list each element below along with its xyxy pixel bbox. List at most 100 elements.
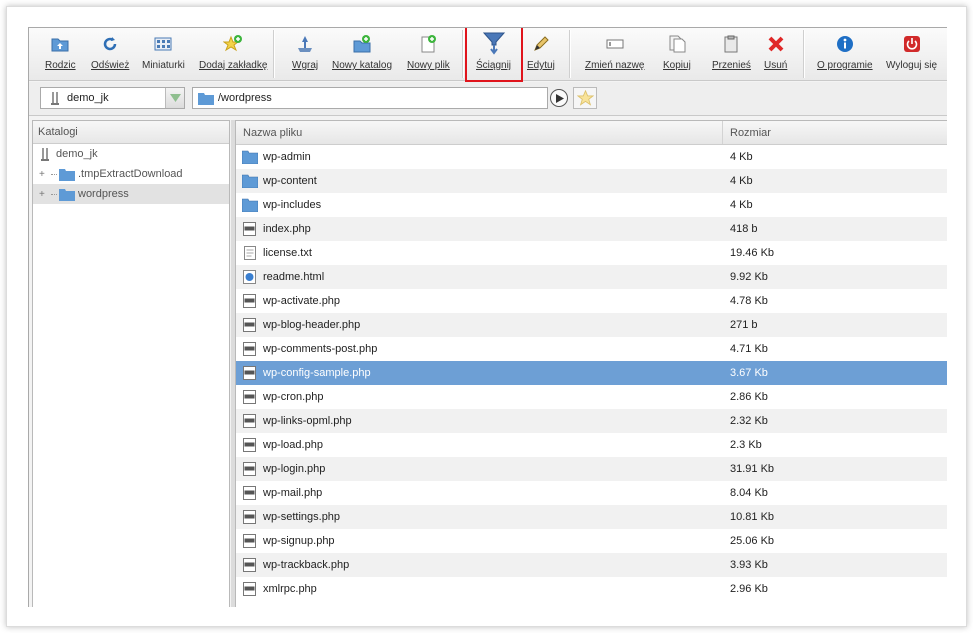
file-name-cell: wp-config-sample.php <box>236 366 723 380</box>
upload-button[interactable]: Wgraj <box>292 34 318 78</box>
file-name-cell: wp-content <box>236 174 723 188</box>
delete-button-label: Usuń <box>764 60 788 71</box>
column-header-name[interactable]: Nazwa pliku <box>236 121 723 144</box>
file-row[interactable]: index.php 418 b <box>236 217 947 241</box>
tree-expander[interactable]: + <box>39 169 51 180</box>
php-file-icon <box>243 438 256 452</box>
chevron-down-icon <box>170 94 181 102</box>
tree-item-server[interactable]: demo_jk <box>33 144 229 164</box>
file-name: wp-comments-post.php <box>263 343 378 355</box>
go-button[interactable] <box>550 89 568 107</box>
edit-button[interactable]: Edytuj <box>527 34 555 78</box>
file-name: index.php <box>263 223 311 235</box>
file-name-cell: wp-trackback.php <box>236 558 723 572</box>
file-name: wp-admin <box>263 151 311 163</box>
download-button[interactable]: Ściągnij <box>476 31 511 75</box>
logout-button[interactable]: Wyloguj się <box>886 34 937 78</box>
file-row[interactable]: readme.html 9.92 Kb <box>236 265 947 289</box>
php-file-icon <box>243 558 256 572</box>
file-row[interactable]: wp-login.php 31.91 Kb <box>236 457 947 481</box>
file-row[interactable]: xmlrpc.php 2.96 Kb <box>236 577 947 601</box>
file-size: 4.71 Kb <box>730 343 768 355</box>
new-folder-button[interactable]: Nowy katalog <box>332 34 392 78</box>
tree-connector <box>51 193 57 195</box>
file-name-cell: wp-mail.php <box>236 486 723 500</box>
file-row[interactable]: wp-links-opml.php 2.32 Kb <box>236 409 947 433</box>
path-input[interactable]: /wordpress <box>192 87 548 109</box>
column-header-size[interactable]: Rozmiar <box>723 121 947 144</box>
directory-tree-header: Katalogi <box>33 121 229 144</box>
new-file-button[interactable]: Nowy plik <box>407 34 450 78</box>
php-file-icon <box>243 222 256 236</box>
file-name: wp-signup.php <box>263 535 335 547</box>
toolbar-divider <box>462 30 464 78</box>
file-row[interactable]: wp-settings.php 10.81 Kb <box>236 505 947 529</box>
bookmark-star-button[interactable] <box>573 87 597 109</box>
star-icon <box>577 90 594 106</box>
file-size: 19.46 Kb <box>730 247 775 259</box>
directory-tree-panel: Katalogi demo_jk + .tmpExtractDownload +… <box>32 120 230 607</box>
connection-select[interactable]: demo_jk <box>40 87 185 109</box>
file-size: 3.67 Kb <box>730 367 768 379</box>
file-row[interactable]: wp-blog-header.php 271 b <box>236 313 947 337</box>
add-bookmark-icon <box>223 35 243 52</box>
file-row[interactable]: wp-mail.php 8.04 Kb <box>236 481 947 505</box>
tree-item-label: demo_jk <box>56 148 98 160</box>
refresh-button[interactable]: Odśwież <box>91 34 129 78</box>
php-file-icon <box>243 414 256 428</box>
file-name: wp-mail.php <box>263 487 323 499</box>
file-name: wp-config-sample.php <box>263 367 371 379</box>
move-button[interactable]: Przenieś <box>712 34 751 78</box>
info-icon <box>836 36 853 52</box>
folder-icon <box>198 93 214 105</box>
tree-item-wordpress[interactable]: + wordpress <box>33 184 229 204</box>
file-list-header: Nazwa pliku Rozmiar <box>236 121 947 145</box>
file-name: wp-blog-header.php <box>263 319 361 331</box>
file-name: wp-activate.php <box>263 295 341 307</box>
parent-button[interactable]: Rodzic <box>45 34 76 78</box>
rename-icon <box>606 39 624 49</box>
new-file-button-label: Nowy plik <box>407 60 450 71</box>
file-size: 8.04 Kb <box>730 487 768 499</box>
add-bookmark-button[interactable]: Dodaj zakładkę <box>199 34 267 78</box>
rename-button[interactable]: Zmień nazwę <box>585 34 644 78</box>
parent-button-label: Rodzic <box>45 60 76 71</box>
thumbnails-button[interactable]: Miniaturki <box>142 34 185 78</box>
folder-icon <box>242 198 258 212</box>
file-name: xmlrpc.php <box>263 583 317 595</box>
file-row[interactable]: license.txt 19.46 Kb <box>236 241 947 265</box>
php-file-icon <box>243 342 256 356</box>
copy-button[interactable]: Kopiuj <box>663 34 691 78</box>
php-file-icon <box>243 486 256 500</box>
toolbar-divider <box>273 30 275 78</box>
tree-item-tmpextractdownload[interactable]: + .tmpExtractDownload <box>33 164 229 184</box>
upload-button-label: Wgraj <box>292 60 319 71</box>
file-name: wp-cron.php <box>263 391 324 403</box>
file-list-rows: wp-admin 4 Kb wp-content 4 Kb wp-includes 4 K… <box>236 145 947 601</box>
file-row[interactable]: wp-cron.php 2.86 Kb <box>236 385 947 409</box>
file-row[interactable]: wp-admin 4 Kb <box>236 145 947 169</box>
file-size: 4 Kb <box>730 199 753 211</box>
file-row[interactable]: wp-config-sample.php 3.67 Kb <box>236 361 947 385</box>
file-name-cell: wp-login.php <box>236 462 723 476</box>
file-row[interactable]: wp-activate.php 4.78 Kb <box>236 289 947 313</box>
tree-connector <box>51 173 57 175</box>
copy-button-label: Kopiuj <box>663 60 691 71</box>
delete-icon <box>768 36 784 52</box>
file-row[interactable]: wp-content 4 Kb <box>236 169 947 193</box>
about-button[interactable]: O programie <box>817 34 873 78</box>
file-row[interactable]: wp-includes 4 Kb <box>236 193 947 217</box>
tree-expander[interactable]: + <box>39 189 51 200</box>
move-icon <box>724 35 738 53</box>
file-row[interactable]: wp-load.php 2.3 Kb <box>236 433 947 457</box>
file-name: license.txt <box>263 247 312 259</box>
file-row[interactable]: wp-signup.php 25.06 Kb <box>236 529 947 553</box>
delete-button[interactable]: Usuń <box>764 34 787 78</box>
thumbnails-button-label: Miniaturki <box>142 60 185 71</box>
file-size: 2.96 Kb <box>730 583 768 595</box>
connection-dropdown-toggle[interactable] <box>165 88 184 108</box>
file-row[interactable]: wp-trackback.php 3.93 Kb <box>236 553 947 577</box>
logout-button-label: Wyloguj się <box>886 60 938 71</box>
file-row[interactable]: wp-comments-post.php 4.71 Kb <box>236 337 947 361</box>
toolbar-divider <box>803 30 805 78</box>
